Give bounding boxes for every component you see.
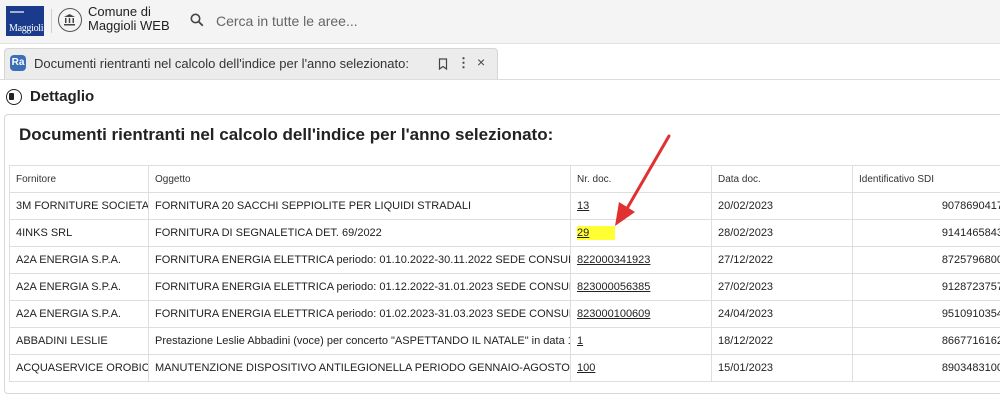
tab-strip: Ra Documenti rientranti nel calcolo dell…: [0, 44, 1000, 80]
table-row[interactable]: A2A ENERGIA S.P.A. FORNITURA ENERGIA ELE…: [10, 301, 1000, 328]
cell-fornitore: A2A ENERGIA S.P.A.: [10, 301, 149, 328]
tab-label: Documenti rientranti nel calcolo dell'in…: [34, 56, 409, 71]
doc-number-link[interactable]: 100: [577, 362, 595, 374]
cell-fornitore: A2A ENERGIA S.P.A.: [10, 274, 149, 301]
documents-table: Fornitore Oggetto Nr. doc. Data doc. Ide…: [9, 165, 1000, 382]
cell-data-doc: 27/02/2023: [712, 274, 853, 301]
app-title-line2: Maggioli WEB: [88, 19, 170, 33]
section-title: Dettaglio: [30, 88, 94, 105]
cell-fornitore: A2A ENERGIA S.P.A.: [10, 247, 149, 274]
more-vert-icon[interactable]: ⋮: [457, 55, 470, 71]
panel-toggle-icon[interactable]: [6, 89, 22, 105]
doc-number-link[interactable]: 823000100609: [577, 308, 650, 320]
cell-nr-doc: 823000100609: [571, 301, 712, 328]
column-header-data-doc[interactable]: Data doc.: [712, 166, 853, 193]
cell-oggetto: FORNITURA ENERGIA ELETTRICA periodo: 01.…: [149, 274, 571, 301]
topbar-divider: [51, 9, 52, 33]
card-title: Documenti rientranti nel calcolo dell'in…: [19, 125, 553, 145]
documents-card: Documenti rientranti nel calcolo dell'in…: [4, 114, 1000, 394]
cell-fornitore: ACQUASERVICE OROBICA S: [10, 355, 149, 382]
maggioli-logo[interactable]: Maggioli: [6, 6, 44, 36]
cell-oggetto: MANUTENZIONE DISPOSITIVO ANTILEGIONELLA …: [149, 355, 571, 382]
cell-data-doc: 15/01/2023: [712, 355, 853, 382]
bookmark-icon[interactable]: [438, 57, 448, 75]
cell-fornitore: ABBADINI LESLIE: [10, 328, 149, 355]
app-title-line1: Comune di: [88, 5, 170, 19]
cell-identificativo-sdi: 9078690417: [853, 193, 1000, 220]
cell-nr-doc: 100: [571, 355, 712, 382]
cell-identificativo-sdi: 9141465843: [853, 220, 1000, 247]
cell-identificativo-sdi: 8667716162: [853, 328, 1000, 355]
table-header-row: Fornitore Oggetto Nr. doc. Data doc. Ide…: [10, 166, 1000, 193]
town-hall-icon: [58, 8, 82, 32]
tab-documenti[interactable]: Ra Documenti rientranti nel calcolo dell…: [4, 48, 498, 79]
cell-data-doc: 27/12/2022: [712, 247, 853, 274]
cell-data-doc: 18/12/2022: [712, 328, 853, 355]
cell-oggetto: FORNITURA ENERGIA ELETTRICA periodo: 01.…: [149, 247, 571, 274]
cell-data-doc: 20/02/2023: [712, 193, 853, 220]
logo-stripe: [10, 11, 24, 13]
table-row[interactable]: A2A ENERGIA S.P.A. FORNITURA ENERGIA ELE…: [10, 274, 1000, 301]
annotation-arrow-icon: [605, 130, 677, 230]
logo-text: Maggioli: [9, 23, 43, 34]
doc-number-link[interactable]: 1: [577, 335, 583, 347]
cell-identificativo-sdi: 9128723757: [853, 274, 1000, 301]
column-header-fornitore[interactable]: Fornitore: [10, 166, 149, 193]
tab-badge-icon: Ra: [10, 55, 26, 71]
cell-nr-doc: 823000056385: [571, 274, 712, 301]
doc-number-link[interactable]: 823000056385: [577, 281, 650, 293]
column-header-identificativo-sdi[interactable]: Identificativo SDI: [853, 166, 1000, 193]
cell-oggetto: FORNITURA ENERGIA ELETTRICA periodo: 01.…: [149, 301, 571, 328]
doc-number-link[interactable]: 822000341923: [577, 254, 650, 266]
cell-identificativo-sdi: 8903483100: [853, 355, 1000, 382]
app-title[interactable]: Comune di Maggioli WEB: [88, 5, 170, 33]
top-app-bar: Maggioli Comune di Maggioli WEB: [0, 0, 1000, 44]
cell-oggetto: Prestazione Leslie Abbadini (voce) per c…: [149, 328, 571, 355]
cell-fornitore: 3M FORNITURE SOCIETA' A: [10, 193, 149, 220]
search-input[interactable]: [210, 9, 782, 33]
cell-nr-doc: 822000341923: [571, 247, 712, 274]
cell-data-doc: 24/04/2023: [712, 301, 853, 328]
cell-identificativo-sdi: 8725796800: [853, 247, 1000, 274]
cell-oggetto: FORNITURA DI SEGNALETICA DET. 69/2022: [149, 220, 571, 247]
cell-fornitore: 4INKS SRL: [10, 220, 149, 247]
cell-identificativo-sdi: 9510910354: [853, 301, 1000, 328]
table-row[interactable]: 4INKS SRL FORNITURA DI SEGNALETICA DET. …: [10, 220, 1000, 247]
table-row[interactable]: ABBADINI LESLIE Prestazione Leslie Abbad…: [10, 328, 1000, 355]
close-icon[interactable]: ×: [477, 54, 485, 70]
table-row[interactable]: ACQUASERVICE OROBICA S MANUTENZIONE DISP…: [10, 355, 1000, 382]
table-row[interactable]: A2A ENERGIA S.P.A. FORNITURA ENERGIA ELE…: [10, 247, 1000, 274]
search-icon[interactable]: [190, 13, 204, 32]
doc-number-link[interactable]: 13: [577, 200, 589, 212]
cell-data-doc: 28/02/2023: [712, 220, 853, 247]
cell-nr-doc: 1: [571, 328, 712, 355]
column-header-oggetto[interactable]: Oggetto: [149, 166, 571, 193]
cell-oggetto: FORNITURA 20 SACCHI SEPPIOLITE PER LIQUI…: [149, 193, 571, 220]
table-row[interactable]: 3M FORNITURE SOCIETA' A FORNITURA 20 SAC…: [10, 193, 1000, 220]
